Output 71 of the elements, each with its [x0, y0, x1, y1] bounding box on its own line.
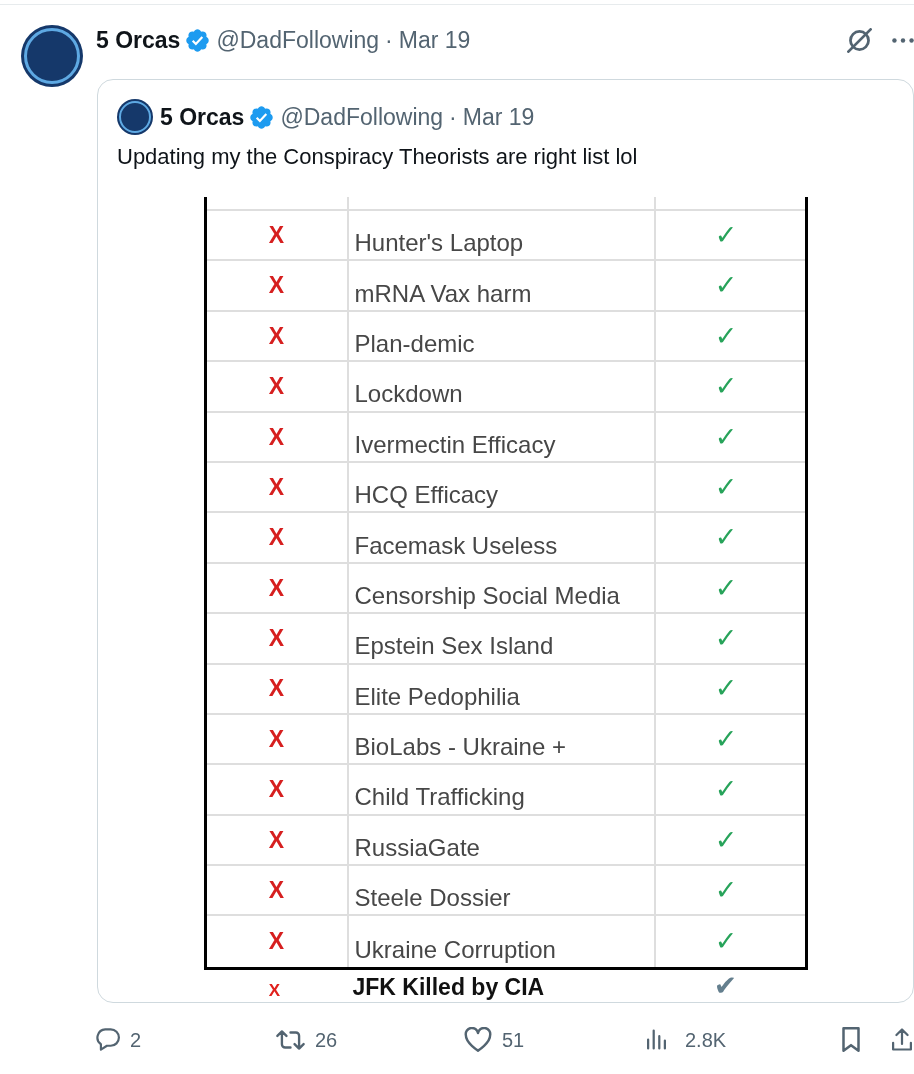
table-cell: X: [206, 664, 349, 713]
like-button[interactable]: 51: [464, 1024, 525, 1055]
separator: ·: [385, 26, 393, 54]
table-cell-text: ✓: [713, 671, 739, 706]
table-cell: Lockdown: [348, 362, 656, 411]
table-cell-text: ✓: [713, 924, 739, 959]
table-cell: Epstein Sex Island: [348, 614, 656, 663]
more-icon[interactable]: [892, 37, 914, 43]
table-cell-text: ✓: [713, 520, 739, 555]
table-cell: X: [206, 765, 349, 814]
repeat-arrows-icon: [276, 1029, 305, 1050]
views-button[interactable]: 2.8K: [647, 1024, 727, 1055]
table-cell-text: ✓: [713, 822, 739, 857]
table-cell: Hunter's Laptop: [348, 211, 656, 260]
table-cell-text: ✓: [713, 570, 739, 605]
table-cell: X: [206, 462, 349, 512]
author-name[interactable]: 5 Orcas: [96, 26, 181, 54]
repost-button[interactable]: 26: [276, 1024, 338, 1055]
table-cell-text: ✓: [713, 318, 739, 353]
slashed-circle-icon[interactable]: [847, 27, 872, 53]
table-cell: Steele Dossier: [348, 866, 656, 915]
avatar[interactable]: [117, 99, 153, 135]
table-cell: X: [206, 261, 349, 310]
table-cell-text: X: [267, 979, 282, 1002]
table-cell: X: [206, 362, 349, 411]
table-cell-text: ✓: [713, 419, 739, 454]
post-date[interactable]: Mar 19: [462, 103, 535, 131]
table-cell: X: [206, 815, 349, 865]
table-cell-text: ✓: [713, 369, 739, 404]
post-text: Updating my the Conspiracy Theorists are right list lol: [117, 143, 639, 171]
bar-chart-icon: [647, 1029, 666, 1051]
table-cell: Ukraine Corruption: [348, 916, 656, 967]
heart-icon: [464, 1027, 492, 1053]
table-cell: X: [206, 412, 349, 461]
table-cell: X: [206, 614, 349, 663]
table-cell: RussiaGate: [348, 815, 656, 865]
table-cell: Elite Pedophilia: [348, 664, 656, 713]
table-cell: HCQ Efficacy: [348, 462, 656, 512]
table-cell-text: ✓: [713, 873, 739, 907]
table-cell: Child Trafficking: [348, 765, 656, 814]
table-cell: X: [206, 513, 349, 562]
table-cell-text: ✓: [713, 217, 739, 252]
speech-bubble-icon: [96, 1028, 120, 1052]
post-date[interactable]: Mar 19: [398, 26, 471, 54]
reply-button[interactable]: 2: [96, 1024, 142, 1055]
table-cell: Censorship Social Media: [348, 563, 656, 613]
separator: ·: [449, 103, 457, 131]
user-handle[interactable]: @DadFollowing: [216, 26, 380, 54]
table-cell: X: [206, 916, 349, 967]
user-handle[interactable]: @DadFollowing: [280, 103, 444, 131]
quoted-post-card[interactable]: [97, 79, 914, 1003]
table-cell: X: [206, 866, 349, 915]
table-cell-text: ✓: [713, 772, 739, 807]
table-cell: mRNA Vax harm: [348, 261, 656, 310]
table-cell-text: JFK Killed by CIA: [351, 972, 546, 1002]
table-cell-text: ✓: [713, 268, 739, 303]
author-name[interactable]: 5 Orcas: [160, 103, 245, 131]
table-cell: X: [206, 714, 349, 764]
table-cell: X: [206, 563, 349, 613]
table-cell: Ivermectin Efficacy: [348, 412, 656, 461]
table-cell-text: ✓: [713, 469, 739, 504]
bookmark-icon[interactable]: [842, 1027, 860, 1053]
table-cell-text: ✓: [713, 721, 739, 756]
table-cell-text: ✓: [713, 621, 739, 656]
table-cell: Facemask Useless: [348, 513, 656, 562]
share-icon[interactable]: [892, 1028, 912, 1052]
table-cell: BioLabs - Ukraine +: [348, 714, 656, 764]
table-cell: X: [206, 211, 349, 260]
table-cell: X: [206, 311, 349, 361]
table-cell: Plan-demic: [348, 311, 656, 361]
table-cell-text: ✔: [712, 969, 739, 1002]
